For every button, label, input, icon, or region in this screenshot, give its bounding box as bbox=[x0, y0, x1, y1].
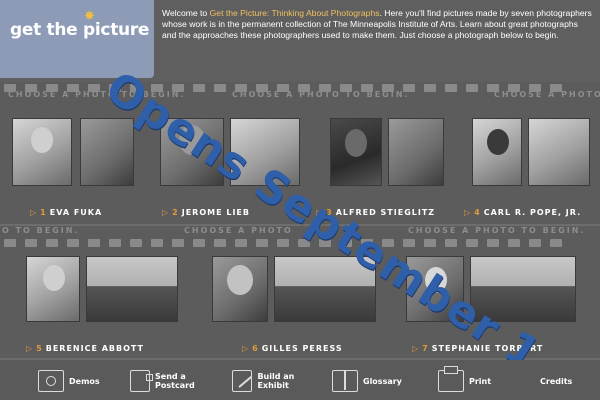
nav-label: Credits bbox=[540, 376, 573, 386]
photographer-name: CARL R. POPE, JR. bbox=[483, 207, 582, 217]
easel-icon bbox=[232, 370, 253, 392]
photographer-label-7[interactable]: ▷ 7 STEPHANIE TORBERT bbox=[412, 342, 543, 354]
camera-icon bbox=[38, 370, 64, 392]
arrow-icon: ▷ bbox=[464, 207, 472, 217]
film-strip-2: O TO BEGIN. CHOOSE A PHOTO CHOOSE A PHOT… bbox=[0, 226, 600, 358]
film-strip-1: CHOOSE A PHOTO TO BEGIN. CHOOSE A PHOTO … bbox=[0, 82, 600, 224]
photo-carl-pope-2[interactable] bbox=[528, 118, 590, 186]
intro-lead: Welcome to bbox=[162, 8, 210, 18]
sprocket-row bbox=[0, 239, 600, 249]
choose-photo-text: CHOOSE A PHOTO bbox=[184, 226, 293, 235]
photographer-label-5[interactable]: ▷ 5 BERENICE ABBOTT bbox=[26, 342, 144, 354]
photographer-name: JEROME LIEB bbox=[181, 207, 250, 217]
photo-alfred-stieglitz-2[interactable] bbox=[388, 118, 444, 186]
choose-photo-text: O TO BEGIN. bbox=[2, 226, 80, 235]
nav-glossary[interactable]: Glossary bbox=[332, 366, 402, 396]
arrow-icon: ▷ bbox=[30, 207, 38, 217]
photographer-label-1[interactable]: ▷ 1 EVA FUKA bbox=[30, 206, 102, 218]
photo-jerome-liebling-2[interactable] bbox=[230, 118, 300, 186]
photo-eva-fuka-2[interactable] bbox=[80, 118, 134, 186]
nav-build-exhibit[interactable]: Build an Exhibit bbox=[232, 366, 312, 396]
intro-title-link[interactable]: Get the Picture: Thinking About Photogra… bbox=[210, 8, 380, 18]
intro-text: Welcome to Get the Picture: Thinking Abo… bbox=[162, 8, 594, 41]
nav-credits[interactable]: Credits bbox=[540, 366, 572, 396]
photo-stephanie-torbert-2[interactable] bbox=[470, 256, 576, 322]
photo-gilles-peress-2[interactable] bbox=[274, 256, 376, 322]
photographer-name: STEPHANIE TORBERT bbox=[431, 343, 544, 353]
arrow-icon: ▷ bbox=[162, 207, 170, 217]
printer-icon bbox=[438, 366, 464, 392]
photo-gilles-peress-1[interactable] bbox=[212, 256, 268, 322]
arrow-icon: ▷ bbox=[26, 343, 34, 353]
choose-photo-text: CHOOSE A PHOTO bbox=[494, 90, 600, 99]
photographer-label-6[interactable]: ▷ 6 GILLES PERESS bbox=[242, 342, 343, 354]
header: ✸ get the picture Welcome to Get the Pic… bbox=[0, 0, 600, 82]
book-icon bbox=[332, 370, 358, 392]
nav-print[interactable]: Print bbox=[438, 366, 491, 396]
photo-eva-fuka-1[interactable] bbox=[12, 118, 72, 186]
photo-jerome-liebling-1[interactable] bbox=[160, 118, 224, 186]
photographer-label-2[interactable]: ▷ 2 JEROME LIEB bbox=[162, 206, 250, 218]
photographer-name: ALFRED STIEGLITZ bbox=[335, 207, 436, 217]
choose-photo-text: CHOOSE A PHOTO TO BEGIN. bbox=[408, 226, 586, 235]
photo-alfred-stieglitz-1[interactable] bbox=[330, 118, 382, 186]
nav-label: Glossary bbox=[363, 376, 402, 386]
nav-label: Demos bbox=[69, 376, 100, 386]
photographer-name: EVA FUKA bbox=[49, 207, 103, 217]
nav-label: Print bbox=[469, 376, 492, 386]
site-logo[interactable]: ✸ get the picture bbox=[0, 0, 154, 78]
photographer-name: BERENICE ABBOTT bbox=[45, 343, 144, 353]
bottom-nav: Demos Send a Postcard Build an Exhibit G… bbox=[0, 360, 600, 400]
photo-berenice-abbott-1[interactable] bbox=[26, 256, 80, 322]
nav-label: Build an Exhibit bbox=[257, 372, 295, 390]
photographer-label-4[interactable]: ▷ 4 CARL R. POPE, JR. bbox=[464, 206, 581, 218]
photographer-label-3[interactable]: ▷ 3 ALFRED STIEGLITZ bbox=[316, 206, 435, 218]
choose-photo-text: CHOOSE A PHOTO TO BEGIN. bbox=[8, 90, 186, 99]
nav-label: Send a Postcard bbox=[155, 372, 195, 390]
choose-photo-text: CHOOSE A PHOTO TO BEGIN. bbox=[232, 90, 410, 99]
photo-stephanie-torbert-1[interactable] bbox=[406, 256, 464, 322]
choose-photo-row: O TO BEGIN. CHOOSE A PHOTO CHOOSE A PHOT… bbox=[0, 226, 600, 238]
arrow-icon: ▷ bbox=[412, 343, 420, 353]
choose-photo-row: CHOOSE A PHOTO TO BEGIN. CHOOSE A PHOTO … bbox=[0, 90, 600, 102]
photographer-name: GILLES PERESS bbox=[261, 343, 343, 353]
arrow-icon: ▷ bbox=[316, 207, 324, 217]
photo-berenice-abbott-2[interactable] bbox=[86, 256, 178, 322]
nav-send-postcard[interactable]: Send a Postcard bbox=[130, 366, 210, 396]
nav-demos[interactable]: Demos bbox=[38, 366, 100, 396]
logo-text: get the picture bbox=[10, 20, 150, 40]
photo-carl-pope-1[interactable] bbox=[472, 118, 522, 186]
arrow-icon: ▷ bbox=[242, 343, 250, 353]
postcard-icon bbox=[130, 370, 153, 392]
